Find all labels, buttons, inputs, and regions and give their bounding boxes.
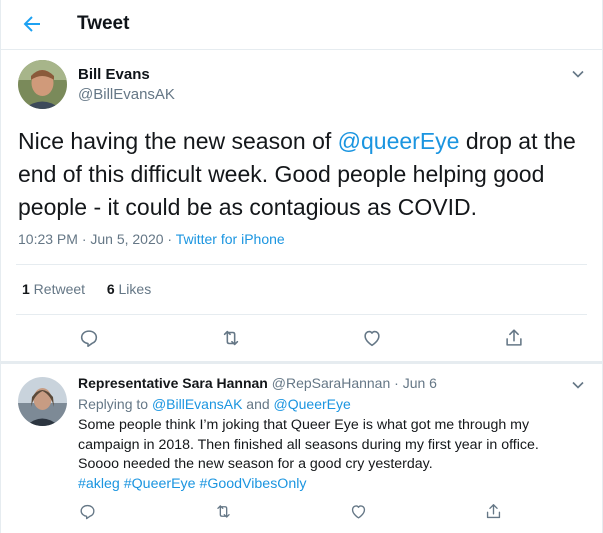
retweets-stat[interactable]: 1 Retweet bbox=[22, 281, 85, 297]
reply-author-name[interactable]: Representative Sara Hannan bbox=[78, 375, 268, 391]
reply-avatar[interactable] bbox=[18, 377, 67, 426]
tweet-text: Nice having the new season of @queerEye … bbox=[18, 128, 576, 220]
reply-date[interactable]: Jun 6 bbox=[403, 375, 437, 391]
divider bbox=[0, 361, 603, 364]
top-bar: Tweet bbox=[0, 0, 603, 50]
avatar[interactable] bbox=[18, 60, 67, 109]
retweet-icon[interactable] bbox=[214, 502, 233, 521]
replying-to: Replying to @BillEvansAK and @QueerEye bbox=[78, 396, 351, 412]
arrow-left-icon[interactable] bbox=[20, 12, 44, 36]
hashtag-links[interactable]: #akleg #QueerEye #GoodVibesOnly bbox=[78, 476, 306, 492]
retweet-icon[interactable] bbox=[220, 327, 242, 349]
author-name[interactable]: Bill Evans bbox=[78, 66, 150, 83]
reply-icon[interactable] bbox=[78, 502, 97, 521]
like-heart-icon[interactable] bbox=[361, 327, 383, 349]
reply-header: Representative Sara Hannan @RepSaraHanna… bbox=[78, 375, 437, 391]
like-heart-icon[interactable] bbox=[349, 502, 368, 521]
reply-author-handle[interactable]: @RepSaraHannan bbox=[272, 375, 391, 391]
reply-icon[interactable] bbox=[78, 327, 100, 349]
mention-link[interactable]: @BillEvansAK bbox=[152, 396, 242, 412]
author-handle[interactable]: @BillEvansAK bbox=[78, 86, 175, 103]
divider bbox=[16, 264, 587, 265]
divider bbox=[16, 314, 587, 315]
likes-stat[interactable]: 6 Likes bbox=[107, 281, 151, 297]
tweet-source-link[interactable]: Twitter for iPhone bbox=[176, 231, 285, 247]
mention-link[interactable]: @queerEye bbox=[338, 128, 460, 154]
chevron-down-icon[interactable] bbox=[570, 377, 586, 393]
reply-actions bbox=[0, 500, 603, 530]
reply-text: Some people think I’m joking that Queer … bbox=[78, 417, 539, 492]
page-title: Tweet bbox=[77, 13, 130, 34]
share-icon[interactable] bbox=[484, 502, 503, 521]
share-icon[interactable] bbox=[503, 327, 525, 349]
tweet-time[interactable]: 10:23 PM · Jun 5, 2020 · bbox=[18, 231, 176, 247]
tweet-actions bbox=[0, 324, 603, 354]
mention-link[interactable]: @QueerEye bbox=[274, 396, 351, 412]
chevron-down-icon[interactable] bbox=[570, 66, 586, 82]
tweet-timestamp: 10:23 PM · Jun 5, 2020 · Twitter for iPh… bbox=[18, 231, 285, 247]
tweet-stats: 1 Retweet 6 Likes bbox=[22, 281, 151, 297]
